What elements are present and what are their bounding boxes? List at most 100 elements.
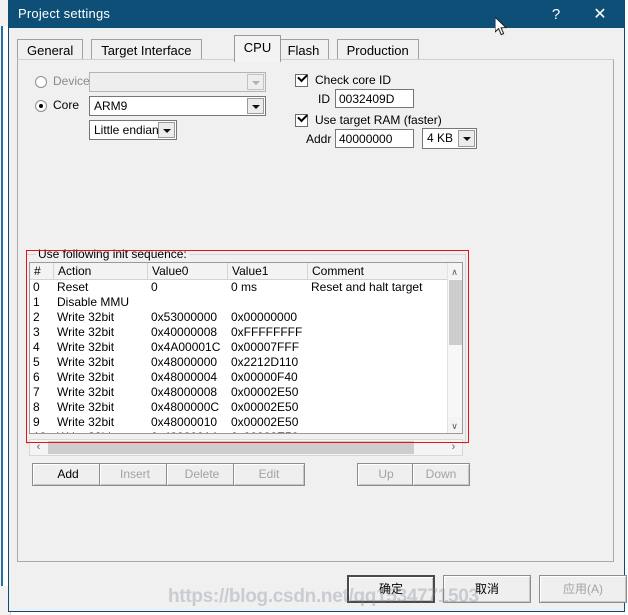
table-cell-comment (311, 295, 447, 310)
tab-target-interface[interactable]: Target Interface (91, 39, 202, 61)
device-label: Device (53, 74, 90, 88)
check-core-id-checkbox[interactable] (295, 71, 308, 87)
ram-size-combo-value: 4 KB (427, 131, 454, 145)
table-cell-num: 4 (33, 340, 40, 354)
table-cell-value0: 0 (151, 280, 158, 294)
table-cell-action: Write 32bit (57, 310, 115, 324)
table-cell-value0: 0x48000008 (151, 385, 218, 399)
endian-combo-value: Little endian (94, 123, 159, 137)
tab-general[interactable]: General (17, 39, 84, 61)
table-cell-value1: 0x00000F40 (231, 370, 298, 384)
table-cell-comment (311, 400, 447, 415)
table-cell-num: 2 (33, 310, 40, 324)
table-cell-num: 7 (33, 385, 40, 399)
table-cell-action: Write 32bit (57, 370, 115, 384)
table-header-row: # Action Value0 Value1 Comment (30, 263, 462, 280)
table-row[interactable]: 7 Write 32bit 0x48000008 0x00002E50 (30, 385, 447, 400)
core-label: Core (53, 98, 80, 112)
table-cell-action: Disable MMU (57, 295, 130, 309)
down-button: Down (412, 463, 470, 486)
table-row[interactable]: 9 Write 32bit 0x48000010 0x00002E50 (30, 415, 447, 430)
core-id-input[interactable]: 0032409D (335, 89, 414, 108)
table-cell-value1 (231, 295, 307, 310)
table-cell-value0 (151, 295, 227, 310)
table-row[interactable]: 3 Write 32bit 0x40000008 0xFFFFFFFF (30, 325, 447, 340)
table-cell-comment (311, 310, 447, 325)
table-cell-num: 6 (33, 370, 40, 384)
titlebar: Project settings ? ✕ (9, 1, 624, 28)
table-cell-comment (311, 385, 447, 400)
delete-button: Delete (166, 463, 238, 486)
scroll-up-button[interactable]: ∧ (448, 263, 462, 279)
device-radio[interactable] (35, 76, 47, 88)
table-cell-value0: 0x48000010 (151, 415, 218, 429)
device-combo-arrow (247, 74, 264, 90)
ram-size-combo[interactable]: 4 KB (422, 128, 477, 149)
core-combo-arrow[interactable] (247, 98, 264, 114)
table-cell-action: Write 32bit (57, 340, 115, 354)
table-column-header-action[interactable]: Action (54, 263, 148, 280)
table-row[interactable]: 10 Write 32bit 0x48000014 0x00002E50 (30, 430, 447, 433)
table-cell-action: Write 32bit (57, 355, 115, 369)
tab-production[interactable]: Production (336, 39, 419, 61)
scroll-down-button[interactable]: ∨ (448, 417, 462, 433)
use-target-ram-checkbox[interactable] (295, 111, 308, 127)
table-cell-action: Reset (57, 280, 89, 294)
table-cell-value1: 0x2212D110 (231, 355, 299, 369)
table-cell-comment (311, 370, 447, 385)
table-cell-value0: 0x4800000C (151, 400, 220, 414)
table-cell-comment (311, 340, 447, 355)
insert-button: Insert (99, 463, 171, 486)
cancel-button[interactable]: 取消 (443, 575, 531, 603)
chevron-down-icon: ∨ (451, 421, 458, 431)
table-column-header-[interactable]: # (30, 263, 54, 280)
table-column-header-value1[interactable]: Value1 (228, 263, 308, 280)
table-row[interactable]: 2 Write 32bit 0x53000000 0x00000000 (30, 310, 447, 325)
table-cell-action: Write 32bit (57, 385, 115, 399)
core-combo[interactable]: ARM9 (89, 96, 266, 116)
apply-button: 应用(A) (539, 575, 627, 603)
table-horizontal-scrollbar[interactable]: ‹ › (29, 439, 463, 456)
table-row[interactable]: 4 Write 32bit 0x4A00001C 0x00007FFF (30, 340, 447, 355)
close-icon[interactable]: ✕ (580, 1, 620, 28)
table-vertical-scrollbar[interactable]: ∧ ∨ (447, 263, 462, 433)
table-row[interactable]: 6 Write 32bit 0x48000004 0x00000F40 (30, 370, 447, 385)
ok-button[interactable]: 确定 (347, 575, 435, 603)
checkmark-icon (297, 71, 308, 83)
table-row[interactable]: 0 Reset 0 0 ms Reset and halt target (30, 280, 447, 295)
table-cell-comment (311, 430, 447, 433)
endian-combo[interactable]: Little endian (89, 120, 177, 140)
ram-addr-input[interactable]: 40000000 (335, 129, 414, 148)
table-row[interactable]: 5 Write 32bit 0x48000000 0x2212D110 (30, 355, 447, 370)
table-cell-num: 8 (33, 400, 40, 414)
vertical-scroll-thumb[interactable] (449, 280, 462, 345)
endian-combo-arrow[interactable] (158, 122, 175, 138)
help-button[interactable]: ? (536, 1, 576, 28)
table-cell-value1: 0 ms (231, 280, 258, 294)
scroll-left-button[interactable]: ‹ (30, 440, 47, 455)
table-cell-value1: 0x00002E50 (231, 430, 307, 433)
table-cell-action: Write 32bit (57, 415, 115, 429)
add-button[interactable]: Add (32, 463, 104, 486)
horizontal-scroll-thumb[interactable] (48, 441, 414, 454)
tab-flash[interactable]: Flash (277, 39, 330, 61)
table-column-header-comment[interactable]: Comment (308, 263, 449, 280)
checkmark-icon (297, 111, 308, 123)
dialog-client-area: General Target Interface CPU Flash Productio… (9, 28, 627, 611)
ram-size-combo-arrow[interactable] (458, 130, 475, 147)
scroll-right-button[interactable]: › (445, 440, 462, 455)
table-column-header-value0[interactable]: Value0 (148, 263, 228, 280)
table-cell-value0: 0x48000004 (151, 370, 218, 384)
chevron-up-icon: ∧ (451, 267, 458, 277)
table-row[interactable]: 1 Disable MMU (30, 295, 447, 310)
table-cell-value1: 0x00002E50 (231, 400, 299, 414)
table-cell-value1: 0x00002E50 (231, 385, 299, 399)
table-row[interactable]: 8 Write 32bit 0x4800000C 0x00002E50 (30, 400, 447, 415)
device-combo (89, 72, 266, 92)
core-radio[interactable] (35, 100, 47, 112)
init-sequence-table[interactable]: # Action Value0 Value1 Comment 0 Reset 0 0 ms Re… (29, 262, 463, 434)
table-cell-value0: 0x48000000 (151, 355, 218, 369)
up-button: Up (357, 463, 415, 486)
table-cell-value0: 0x48000014 (151, 430, 227, 433)
tab-cpu[interactable]: CPU (233, 35, 282, 62)
